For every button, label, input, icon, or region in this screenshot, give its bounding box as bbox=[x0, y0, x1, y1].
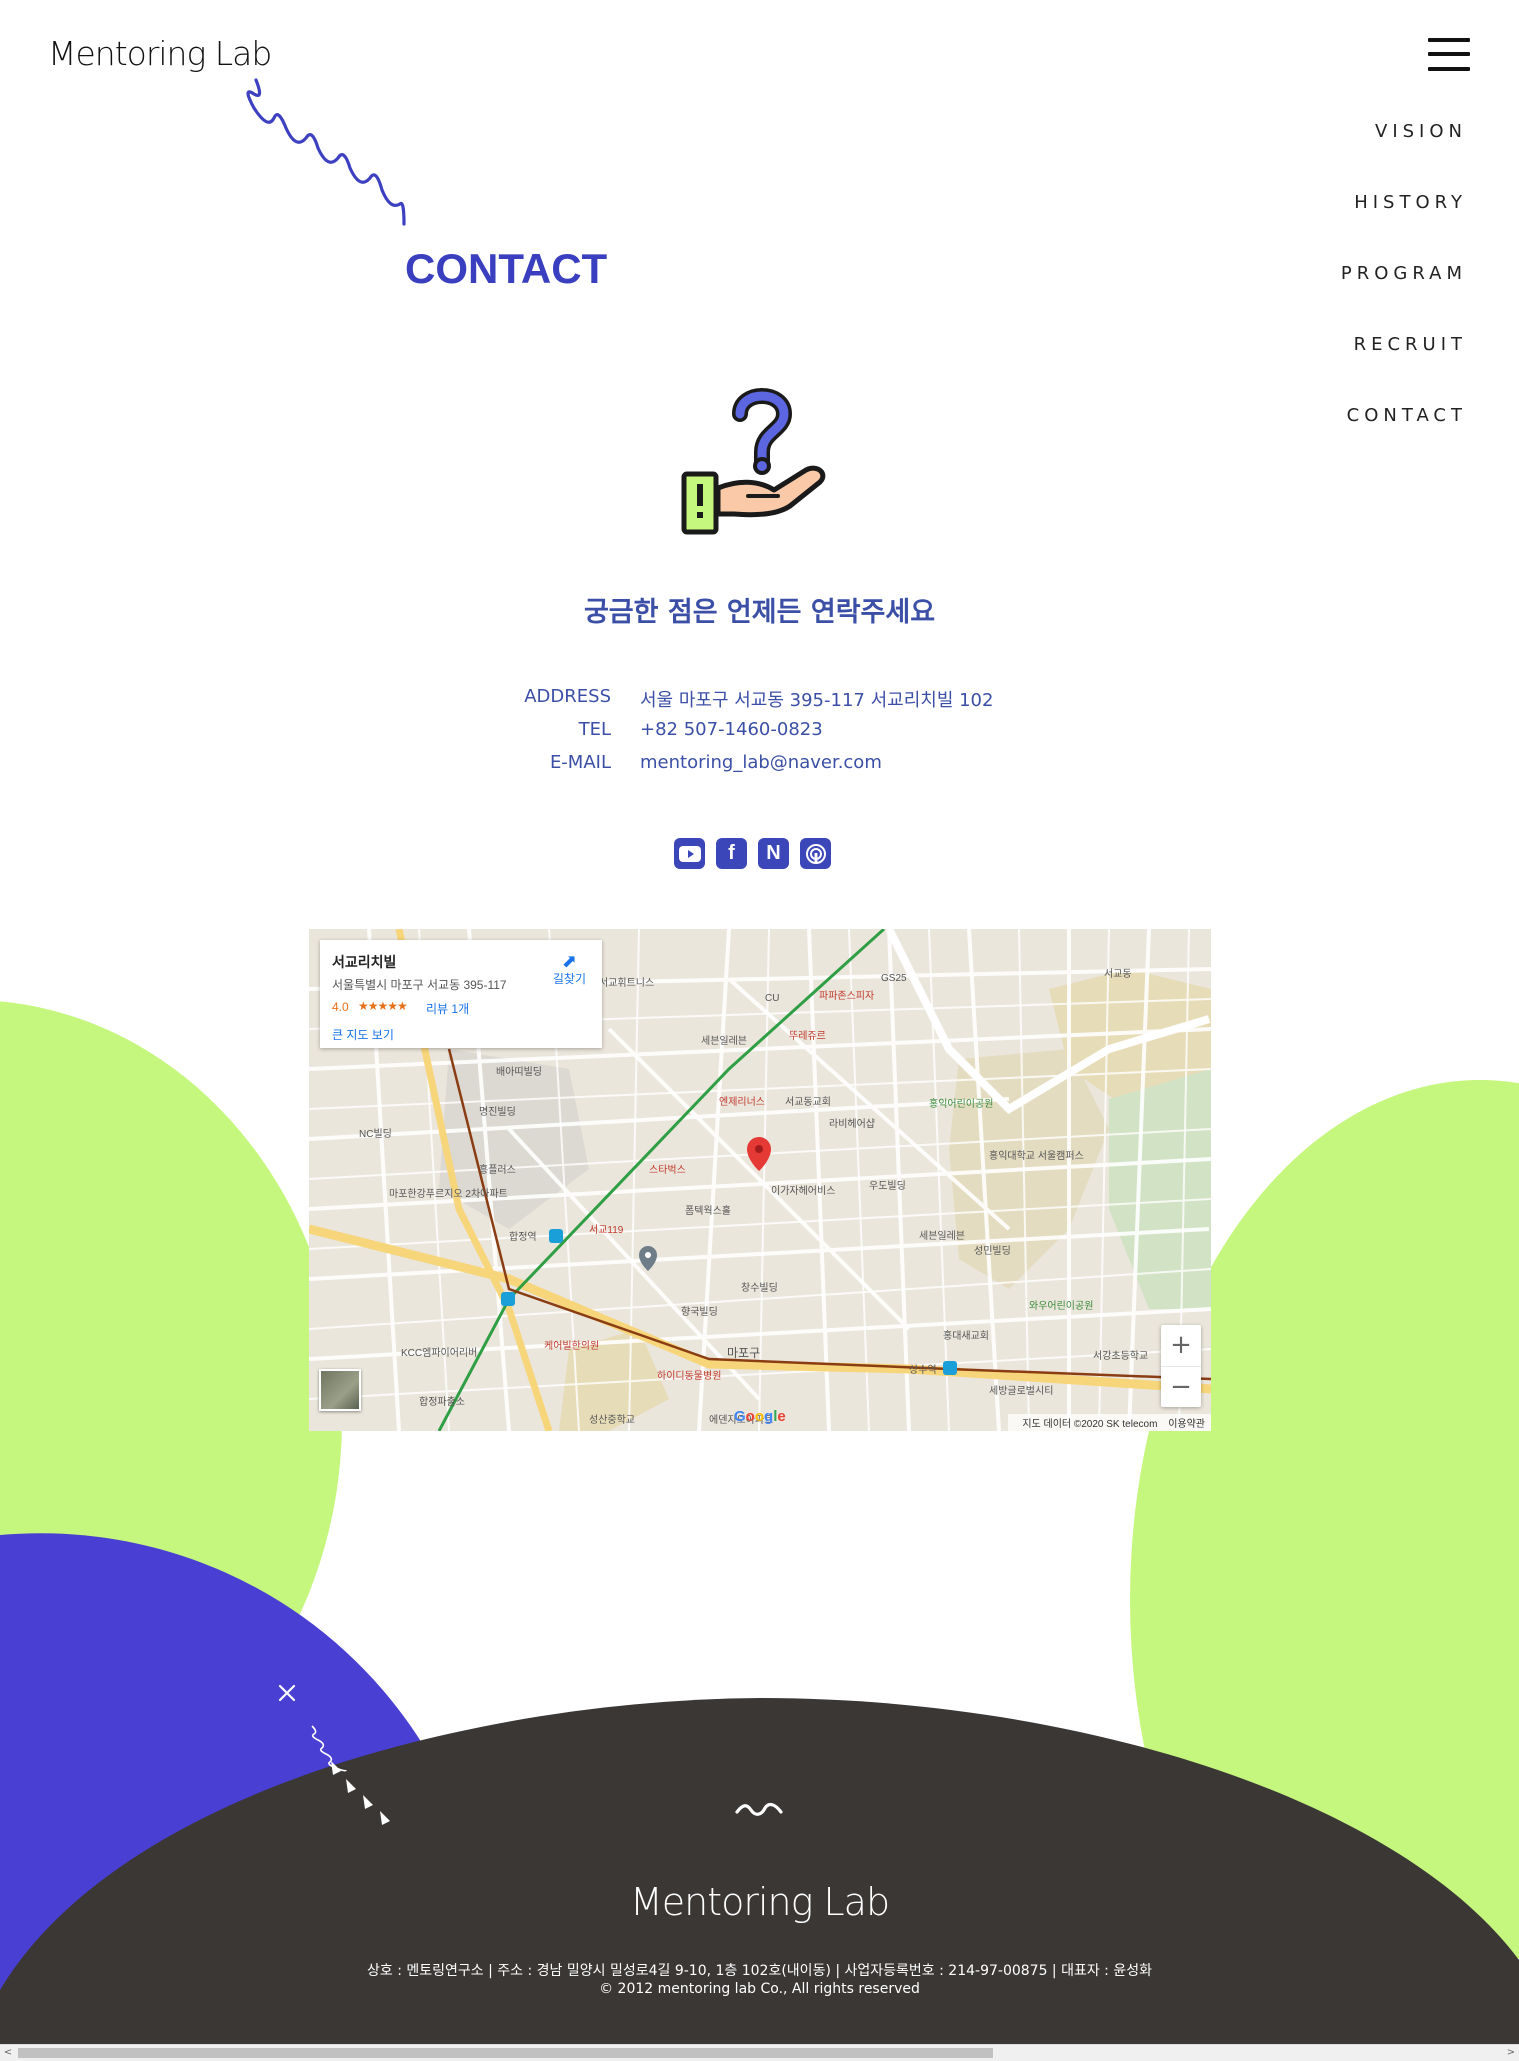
svg-text:파파존스피자: 파파존스피자 bbox=[819, 990, 874, 1002]
svg-text:홍익대학교 서울캠퍼스: 홍익대학교 서울캠퍼스 bbox=[989, 1149, 1084, 1162]
svg-text:홍익어린이공원: 홍익어린이공원 bbox=[929, 1097, 993, 1110]
directions-icon: ⬈ bbox=[561, 951, 577, 971]
svg-text:엔제리너스: 엔제리너스 bbox=[719, 1096, 765, 1108]
svg-text:성산중학교: 성산중학교 bbox=[589, 1414, 635, 1426]
youtube-icon[interactable] bbox=[674, 838, 705, 869]
svg-text:서교휘트니스: 서교휘트니스 bbox=[599, 977, 654, 989]
scroll-right-icon[interactable]: > bbox=[1503, 2045, 1519, 2061]
tel-label: TEL bbox=[578, 719, 611, 740]
copyright: © 2012 mentoring lab Co., All rights res… bbox=[599, 1981, 920, 1997]
satellite-toggle[interactable] bbox=[319, 1369, 361, 1411]
nav-item-vision[interactable]: VISION bbox=[1341, 112, 1467, 183]
svg-text:NC빌딩: NC빌딩 bbox=[359, 1128, 392, 1140]
svg-text:서강초등학교: 서강초등학교 bbox=[1093, 1350, 1148, 1362]
zoom-in-button[interactable]: + bbox=[1161, 1325, 1201, 1367]
main-nav: VISION HISTORY PROGRAM RECRUIT CONTACT bbox=[1341, 112, 1467, 467]
address-value: 서울 마포구 서교동 395-117 서교리치빌 102 bbox=[640, 690, 994, 711]
svg-text:케어빌한의원: 케어빌한의원 bbox=[544, 1340, 599, 1352]
svg-text:합정역: 합정역 bbox=[509, 1231, 537, 1243]
nav-item-program[interactable]: PROGRAM bbox=[1341, 254, 1467, 325]
svg-text:창수빌딩: 창수빌딩 bbox=[741, 1282, 778, 1294]
tel-value[interactable]: +82 507-1460-0823 bbox=[640, 719, 823, 740]
podcast-icon[interactable] bbox=[800, 838, 831, 869]
svg-text:KCC엠파이어리버: KCC엠파이어리버 bbox=[401, 1347, 477, 1359]
zoom-control: + − bbox=[1161, 1325, 1201, 1407]
directions-label: 길찾기 bbox=[552, 972, 586, 986]
svg-text:세븐일레븐: 세븐일레븐 bbox=[919, 1230, 965, 1242]
nav-item-contact[interactable]: CONTACT bbox=[1341, 396, 1467, 467]
larger-map-link[interactable]: 큰 지도 보기 bbox=[332, 1026, 394, 1043]
map-reviews-link[interactable]: 리뷰 1개 bbox=[426, 1000, 469, 1017]
svg-text:성민빌딩: 성민빌딩 bbox=[974, 1245, 1011, 1257]
zoom-out-button[interactable]: − bbox=[1161, 1367, 1201, 1408]
svg-text:서교119: 서교119 bbox=[589, 1224, 624, 1236]
email-label: E-MAIL bbox=[549, 752, 611, 773]
svg-text:뚜레쥬르: 뚜레쥬르 bbox=[789, 1030, 826, 1042]
page-title: CONTACT bbox=[405, 245, 608, 292]
logo[interactable]: Mentoring Lab bbox=[48, 34, 272, 73]
svg-text:하이디동물병원: 하이디동물병원 bbox=[657, 1369, 721, 1382]
svg-text:홍대새교회: 홍대새교회 bbox=[943, 1329, 989, 1342]
social-links: f N bbox=[674, 838, 831, 869]
map-place-name: 서교리치빌 bbox=[332, 954, 397, 970]
svg-text:명진빌딩: 명진빌딩 bbox=[479, 1106, 516, 1118]
svg-text:폼텍웍스홀: 폼텍웍스홀 bbox=[685, 1204, 731, 1217]
wave-icon bbox=[735, 1802, 783, 1816]
nav-item-recruit[interactable]: RECRUIT bbox=[1341, 325, 1467, 396]
svg-text:마포한강푸르지오 2차아파트: 마포한강푸르지오 2차아파트 bbox=[389, 1188, 508, 1200]
rating-stars-icon: ★★★★★ bbox=[358, 999, 408, 1013]
menu-icon[interactable] bbox=[1428, 38, 1470, 72]
company-info: 상호 : 멘토링연구소 | 주소 : 경남 밀양시 밀성로4길 9-10, 1층… bbox=[367, 1963, 1152, 1979]
svg-text:합정파출소: 합정파출소 bbox=[419, 1396, 465, 1408]
horizontal-scrollbar[interactable]: < > bbox=[0, 2044, 1519, 2061]
google-logo: Google bbox=[734, 1408, 786, 1425]
scrollbar-thumb[interactable] bbox=[18, 2048, 993, 2058]
svg-text:세방글로벌시티: 세방글로벌시티 bbox=[989, 1385, 1053, 1397]
naver-icon[interactable]: N bbox=[758, 838, 789, 869]
footer-logo[interactable]: Mentoring Lab bbox=[0, 1880, 1519, 1924]
squiggle-line bbox=[246, 78, 406, 226]
scroll-left-icon[interactable]: < bbox=[0, 2045, 16, 2061]
question-hand-icon bbox=[681, 388, 826, 535]
contact-headline: 궁금한 점은 언제든 연락주세요 bbox=[583, 597, 936, 628]
svg-text:와우어린이공원: 와우어린이공원 bbox=[1029, 1300, 1093, 1312]
svg-text:상수역: 상수역 bbox=[909, 1364, 937, 1376]
svg-text:이가자헤어비스: 이가자헤어비스 bbox=[771, 1185, 835, 1197]
svg-text:흥플러스: 흥플러스 bbox=[479, 1163, 516, 1176]
svg-text:마포구: 마포구 bbox=[727, 1346, 760, 1360]
facebook-icon[interactable]: f bbox=[716, 838, 747, 869]
map-rating: 4.0 bbox=[332, 1000, 349, 1014]
map-embed[interactable]: 서교휘트니스 세븐일레븐 파파존스피자 뚜레쥬르 엔제리너스 서교동교회 라비헤… bbox=[309, 929, 1211, 1431]
email-value[interactable]: mentoring_lab@naver.com bbox=[640, 752, 882, 773]
svg-text:향국빌딩: 향국빌딩 bbox=[681, 1306, 718, 1318]
map-data-credit: 지도 데이터 ©2020 SK telecom bbox=[1022, 1419, 1158, 1430]
directions-button[interactable]: ⬈ 길찾기 bbox=[553, 952, 586, 987]
svg-text:GS25: GS25 bbox=[881, 973, 907, 984]
svg-text:우도빌딩: 우도빌딩 bbox=[869, 1180, 906, 1192]
map-place-card: 서교리치빌 서울특별시 마포구 서교동 395-117 4.0 ★★★★★ 리뷰… bbox=[320, 940, 602, 1048]
svg-text:CU: CU bbox=[765, 993, 779, 1004]
svg-text:세븐일레븐: 세븐일레븐 bbox=[701, 1035, 747, 1047]
map-attribution: 지도 데이터 ©2020 SK telecom 이용약관 bbox=[1008, 1414, 1211, 1431]
nav-item-history[interactable]: HISTORY bbox=[1341, 183, 1467, 254]
svg-text:서교동: 서교동 bbox=[1104, 968, 1132, 980]
terms-link[interactable]: 이용약관 bbox=[1168, 1419, 1205, 1430]
svg-text:라비헤어샵: 라비헤어샵 bbox=[829, 1118, 875, 1130]
svg-text:배아띠빌딩: 배아띠빌딩 bbox=[496, 1066, 542, 1078]
svg-text:스타벅스: 스타벅스 bbox=[649, 1164, 686, 1176]
footer-info: 상호 : 멘토링연구소 | 주소 : 경남 밀양시 밀성로4길 9-10, 1층… bbox=[0, 1962, 1519, 1998]
address-label: ADDRESS bbox=[524, 686, 611, 707]
map-place-address: 서울특별시 마포구 서교동 395-117 bbox=[332, 978, 507, 992]
svg-text:서교동교회: 서교동교회 bbox=[785, 1096, 831, 1108]
